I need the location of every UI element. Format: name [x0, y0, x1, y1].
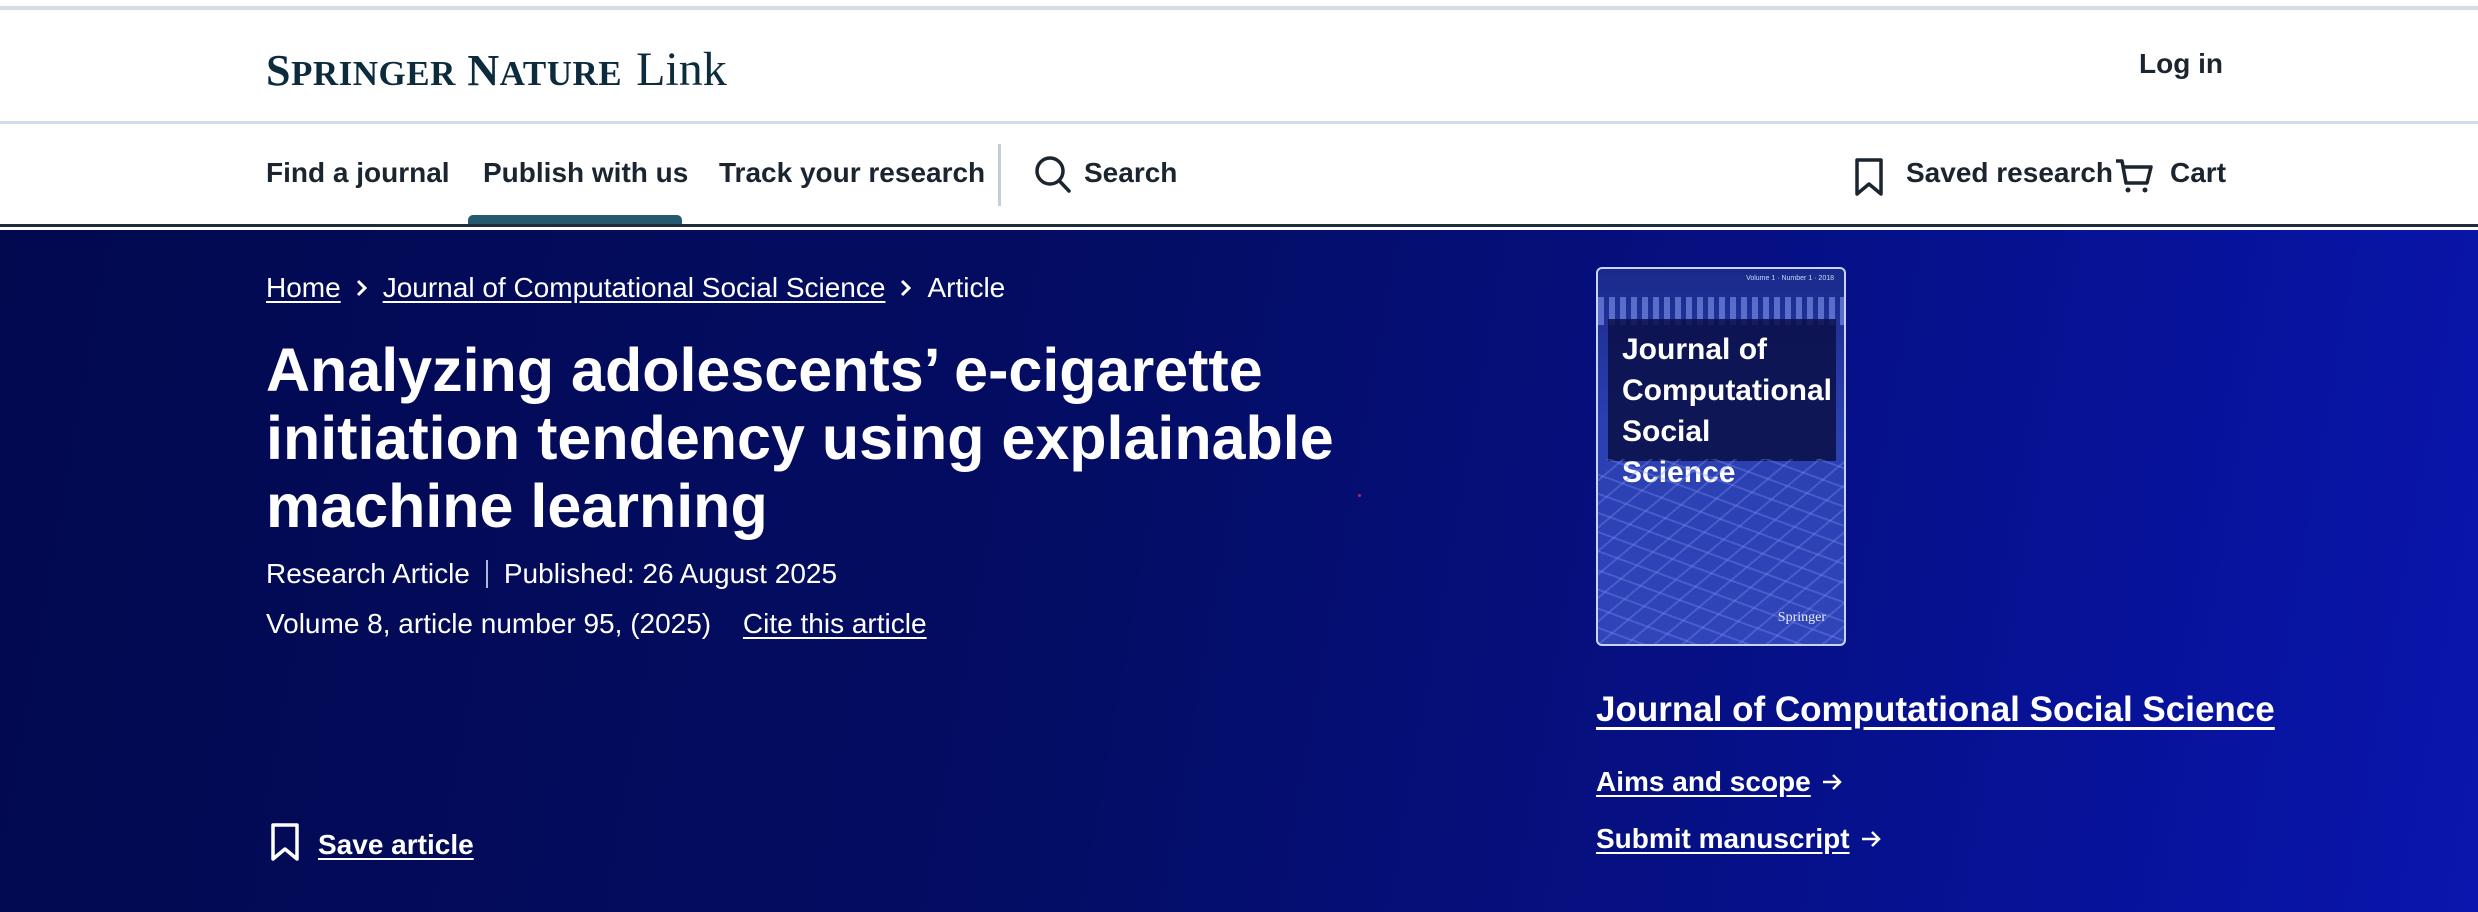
submit-manuscript-link[interactable]: Submit manuscript — [1596, 823, 1882, 855]
aims-and-scope-link[interactable]: Aims and scope — [1596, 766, 1843, 798]
journal-cover-image[interactable]: Volume 1 · Number 1 · 2018 Journal of Co… — [1596, 267, 1846, 646]
article-meta: Research Article Published: 26 August 20… — [266, 558, 837, 590]
article-title: Analyzing adolescents’ e-cigarette initi… — [266, 336, 1334, 540]
search-icon[interactable] — [1034, 154, 1072, 199]
main-nav: Find a journal Publish with us Track you… — [0, 127, 2478, 227]
article-hero: Home Journal of Computational Social Sci… — [0, 230, 2478, 912]
arrow-right-icon — [1860, 829, 1882, 849]
logo-brand: SPRINGER NATURE — [266, 46, 623, 95]
journal-name-link[interactable]: Journal of Computational Social Science — [1596, 690, 2275, 730]
nav-active-indicator — [468, 215, 682, 224]
aims-label: Aims and scope — [1596, 766, 1811, 797]
bookmark-icon[interactable] — [1854, 157, 1884, 202]
cite-article-link[interactable]: Cite this article — [743, 608, 927, 639]
springer-nature-link-logo[interactable]: SPRINGER NATURE Link — [266, 42, 727, 97]
nav-search[interactable]: Search — [1084, 157, 1177, 189]
nav-divider — [998, 144, 1001, 206]
cover-title: Journal of Computational Social Science — [1608, 319, 1836, 489]
breadcrumb-home[interactable]: Home — [266, 272, 341, 304]
stray-dot — [1358, 494, 1361, 497]
save-article-button[interactable]: Save article — [270, 822, 474, 867]
save-article-label: Save article — [318, 828, 474, 860]
nav-track-research[interactable]: Track your research — [719, 157, 985, 189]
chevron-right-icon — [355, 278, 369, 298]
arrow-right-icon — [1821, 772, 1843, 792]
cover-volume: Volume 1 · Number 1 · 2018 — [1746, 275, 1834, 282]
logo-product: Link — [636, 43, 727, 96]
article-citation-info: Volume 8, article number 95, (2025) Cite… — [266, 608, 927, 640]
submit-label: Submit manuscript — [1596, 823, 1850, 854]
cart-icon[interactable] — [2114, 157, 2154, 200]
nav-find-journal[interactable]: Find a journal — [266, 157, 450, 189]
breadcrumb-journal[interactable]: Journal of Computational Social Science — [383, 272, 886, 304]
volume-info: Volume 8, article number 95, (2025) — [266, 608, 712, 639]
site-header: SPRINGER NATURE Link Log in — [0, 10, 2478, 124]
nav-saved-research[interactable]: Saved research — [1906, 157, 2113, 189]
breadcrumb-current: Article — [927, 272, 1006, 303]
login-link[interactable]: Log in — [2139, 48, 2223, 80]
top-border — [0, 0, 2478, 10]
published-date: Published: 26 August 2025 — [503, 558, 838, 589]
bookmark-icon — [270, 822, 300, 867]
article-type: Research Article — [266, 558, 470, 589]
chevron-right-icon — [899, 278, 913, 298]
breadcrumb: Home Journal of Computational Social Sci… — [266, 272, 1005, 304]
nav-cart[interactable]: Cart — [2170, 157, 2226, 189]
meta-divider — [485, 560, 488, 588]
cover-publisher: Springer — [1777, 610, 1826, 625]
nav-publish-with-us[interactable]: Publish with us — [483, 157, 688, 189]
